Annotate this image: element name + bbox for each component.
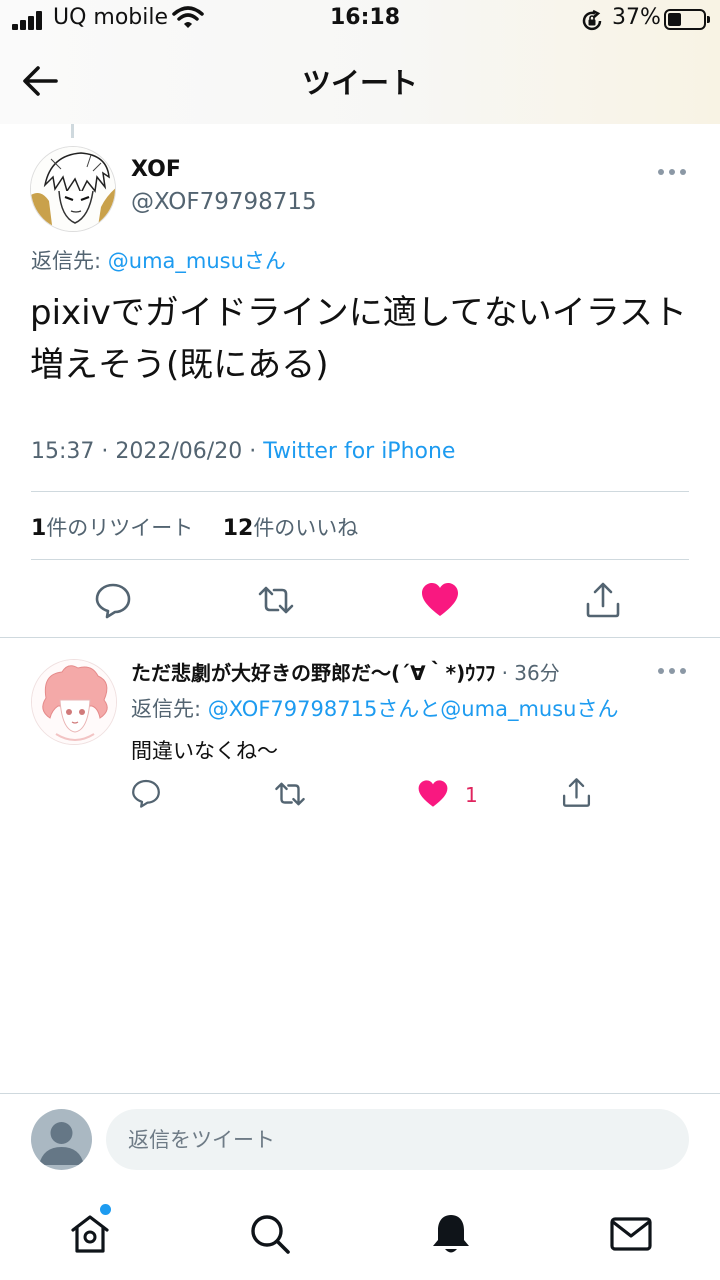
reply-prefix: 返信先: <box>131 697 208 721</box>
reply-share-icon[interactable] <box>560 776 593 809</box>
reply-reply-icon[interactable] <box>130 777 162 809</box>
tweet-date: 2022/06/20 <box>115 439 243 464</box>
reply-like-count: 1 <box>465 783 478 807</box>
engagement-counts: 1件のリツイート 12件のいいね <box>31 512 358 542</box>
reply-to-line: 返信先: @uma_musuさん <box>31 245 286 275</box>
more-options-icon[interactable] <box>658 167 688 177</box>
reply-author-name[interactable]: ただ悲劇が大好きの野郎だ〜(´∀｀*)ｳﾌﾌ <box>131 661 495 685</box>
retweet-count-link[interactable]: 1件のリツイート <box>31 516 194 541</box>
user-avatar[interactable] <box>31 1109 92 1170</box>
rotation-lock-icon <box>582 9 602 31</box>
thread-line <box>71 124 74 138</box>
tweet-text: pixivでガイドラインに適してないイラスト増えそう(既にある) <box>30 293 688 385</box>
reply-more-options-icon[interactable] <box>658 666 688 676</box>
reply-compose-input[interactable] <box>106 1109 689 1170</box>
battery-percent: 37% <box>612 5 661 30</box>
default-avatar-icon <box>39 1122 84 1165</box>
reply-text: 間違いなくね〜 <box>131 739 278 763</box>
reply-time: 36分 <box>514 661 560 685</box>
signal-icon <box>12 10 44 30</box>
reply-avatar-illustration <box>32 660 116 744</box>
like-count-label: 件のいいね <box>253 516 359 540</box>
page-title: ツイート <box>301 66 418 100</box>
reply-author-line: ただ悲劇が大好きの野郎だ〜(´∀｀*)ｳﾌﾌ · 36分 <box>131 661 560 685</box>
tweet-time: 15:37 <box>31 439 95 464</box>
search-icon[interactable] <box>248 1212 292 1256</box>
reply-avatar[interactable] <box>31 659 117 745</box>
reply-retweet-icon[interactable] <box>273 777 307 811</box>
share-icon[interactable] <box>583 580 623 620</box>
wifi-icon <box>172 6 204 28</box>
notifications-bell-icon[interactable] <box>429 1212 473 1256</box>
status-time: 16:18 <box>330 5 401 30</box>
tweet-meta: 15:37 · 2022/06/20 · Twitter for iPhone <box>31 439 456 464</box>
reply-to-link[interactable]: @uma_musuさん <box>108 249 286 273</box>
divider <box>31 491 689 492</box>
status-bar: UQ mobile 16:18 37% <box>0 0 720 40</box>
retweet-count: 1 <box>31 516 47 541</box>
divider <box>0 1093 720 1094</box>
reply-prefix: 返信先: <box>31 249 108 273</box>
reply-reply-to-line: 返信先: @XOF79798715さんと@uma_musuさん <box>131 693 618 723</box>
author-handle[interactable]: @XOF79798715 <box>131 189 317 215</box>
like-count: 12 <box>222 516 254 541</box>
avatar[interactable] <box>30 146 116 232</box>
avatar-illustration <box>31 147 115 231</box>
carrier-label: UQ mobile <box>53 5 169 30</box>
messages-envelope-icon[interactable] <box>609 1212 653 1256</box>
top-bar: UQ mobile 16:18 37% ツイート <box>0 0 720 124</box>
reply-icon[interactable] <box>93 580 133 620</box>
reply-liked-heart-icon[interactable] <box>416 778 450 810</box>
liked-heart-icon[interactable] <box>420 580 460 620</box>
battery-icon <box>664 9 710 30</box>
author-name[interactable]: XOF <box>131 157 181 182</box>
divider <box>31 559 689 560</box>
retweet-icon[interactable] <box>256 580 296 620</box>
retweet-count-label: 件のリツイート <box>46 516 194 540</box>
home-icon[interactable] <box>68 1212 112 1256</box>
like-count-link[interactable]: 12件のいいね <box>222 516 359 541</box>
reply-reply-to-link[interactable]: @XOF79798715さんと@uma_musuさん <box>208 697 619 721</box>
tweet-source-link[interactable]: Twitter for iPhone <box>263 439 455 464</box>
home-unread-dot <box>100 1204 111 1215</box>
divider <box>0 637 720 638</box>
